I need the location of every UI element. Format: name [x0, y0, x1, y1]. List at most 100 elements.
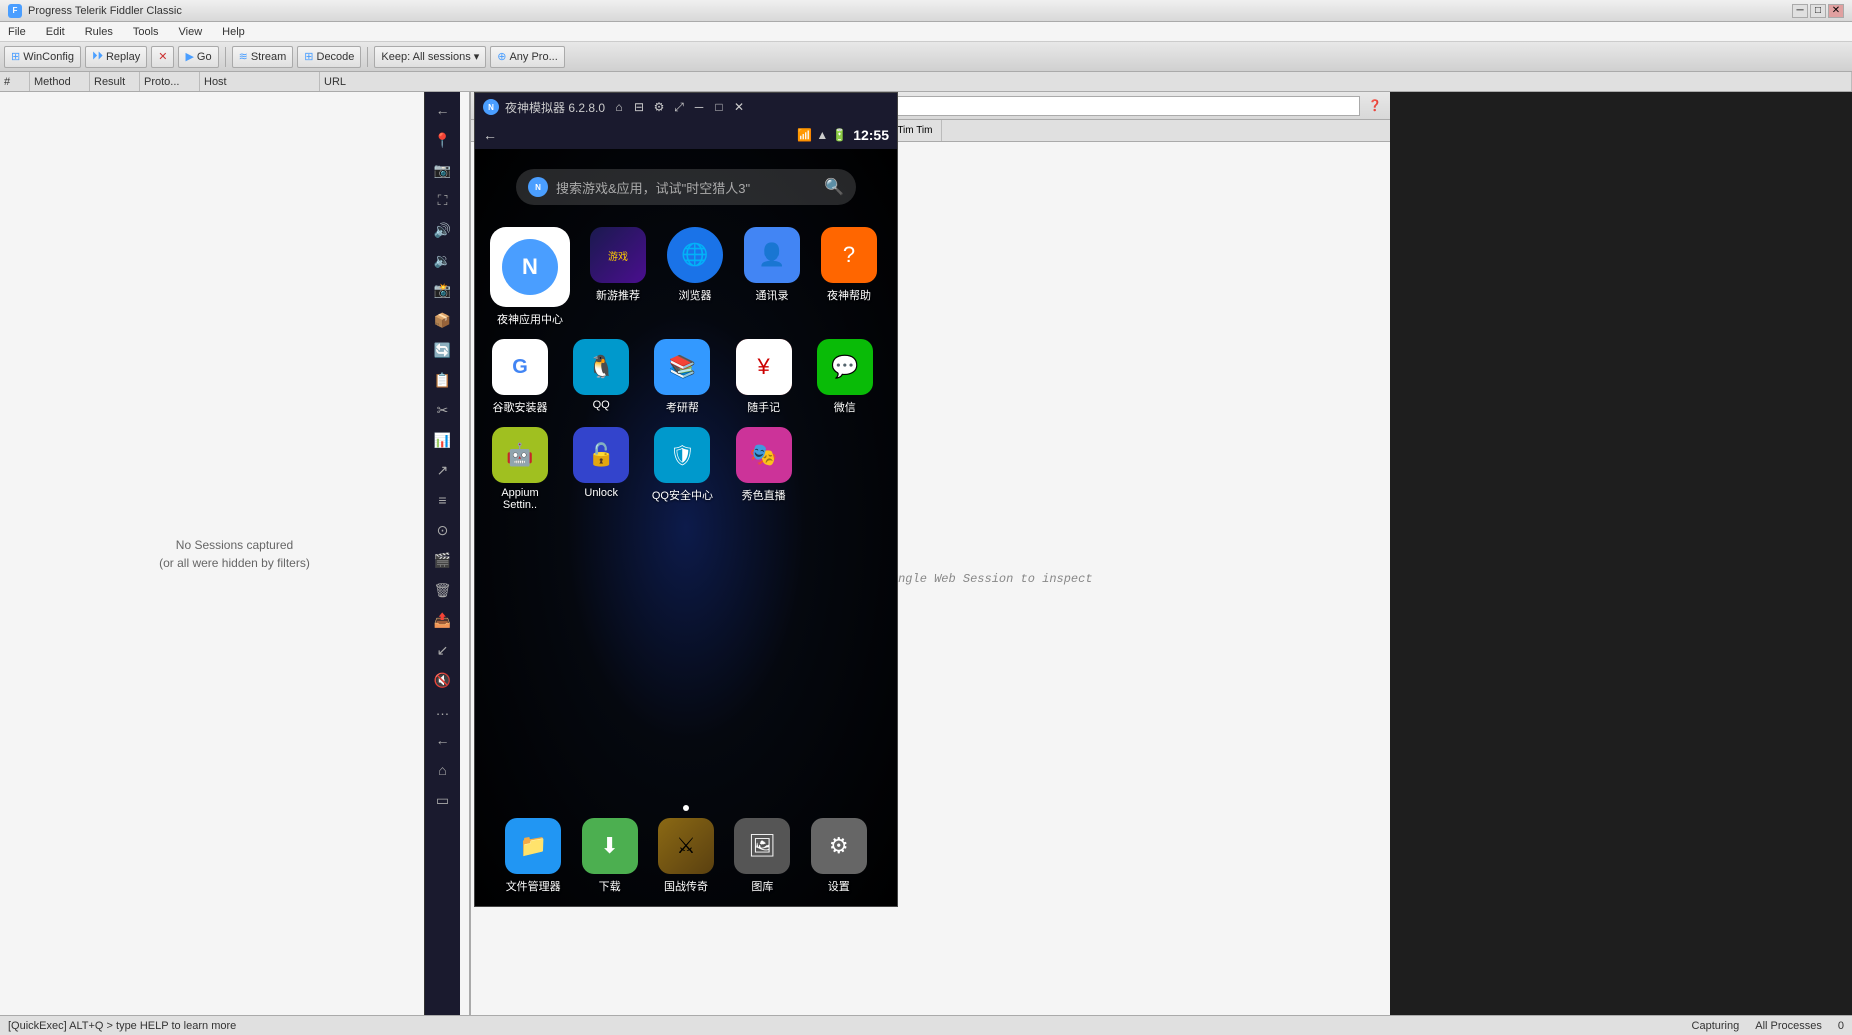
nox-status-icons: 📶 ▲ 🔋: [797, 128, 847, 142]
browser-icon: 🌐: [667, 227, 723, 283]
nox-minimize-button[interactable]: ⊟: [631, 100, 647, 114]
nox-tool-upload[interactable]: 📤: [428, 606, 458, 634]
any-process-button[interactable]: ⊕ Any Pro...: [490, 46, 565, 68]
nox-tool-screenshot[interactable]: 📷: [428, 156, 458, 184]
remove-button[interactable]: ✕: [151, 46, 174, 68]
app-qq[interactable]: 🐧 QQ: [566, 339, 636, 415]
nox-tool-chart[interactable]: 📊: [428, 426, 458, 454]
go-icon: ▶: [185, 50, 193, 63]
decode-button[interactable]: ⊞ Decode: [297, 46, 361, 68]
nox-tool-vol-up[interactable]: 🔊: [428, 216, 458, 244]
nox-tool-back2[interactable]: ↙: [428, 636, 458, 664]
nox-tool-arrow[interactable]: ↗: [428, 456, 458, 484]
nox-tool-cut[interactable]: ✂: [428, 396, 458, 424]
winconfig-button[interactable]: ⊞ WinConfig: [4, 46, 81, 68]
quickexec-hint: [QuickExec] ALT+Q > type HELP to learn m…: [8, 1020, 236, 1032]
nox-tool-refresh[interactable]: 🔄: [428, 336, 458, 364]
app-appium[interactable]: 🤖 Appium Settin..: [485, 427, 555, 511]
battery-icon: 🔋: [832, 128, 847, 142]
fiddler-icon: F: [8, 4, 22, 18]
app-notes[interactable]: ¥ 随手记: [729, 339, 799, 415]
nox-dock: 📁 文件管理器 ⬇ 下载 ⚔: [475, 816, 897, 896]
app-nox-store[interactable]: N 夜神应用中心: [485, 227, 575, 327]
nox-tool-fullscreen[interactable]: ⛶: [428, 186, 458, 214]
dock-files[interactable]: 📁 文件管理器: [498, 818, 568, 894]
nox-tool-video[interactable]: 🎬: [428, 546, 458, 574]
col-result[interactable]: Result: [90, 72, 140, 91]
col-host[interactable]: Host: [200, 72, 320, 91]
menu-view[interactable]: View: [175, 26, 207, 38]
app-xiuse[interactable]: 🎭 秀色直播: [729, 427, 799, 511]
nox-tool-location[interactable]: 📍: [428, 126, 458, 154]
settings-icon: ⚙: [811, 818, 867, 874]
nox-tool-home[interactable]: ⌂: [428, 756, 458, 784]
replay-button[interactable]: ⏵⏵ Replay: [85, 46, 147, 68]
app-wechat[interactable]: 💬 微信: [810, 339, 880, 415]
stream-button[interactable]: ≋ Stream: [232, 46, 294, 68]
nox-screen[interactable]: N 搜索游戏&应用，试试"时空猎人3" 🔍 N: [475, 149, 897, 906]
nox-back-button[interactable]: ←: [483, 127, 497, 143]
nox-search-icon[interactable]: 🔍: [824, 177, 844, 197]
nox-tool-mute[interactable]: 🔇: [428, 666, 458, 694]
dock-download[interactable]: ⬇ 下载: [575, 818, 645, 894]
nox-search-bar[interactable]: N 搜索游戏&应用，试试"时空猎人3" 🔍: [516, 169, 856, 205]
app-contacts[interactable]: 👤 通讯录: [737, 227, 807, 303]
nox-tool-package[interactable]: 📦: [428, 306, 458, 334]
col-method[interactable]: Method: [30, 72, 90, 91]
app-newgame[interactable]: 游戏 新游推荐: [583, 227, 653, 303]
capturing-label: Capturing: [1692, 1020, 1740, 1032]
menu-tools[interactable]: Tools: [129, 26, 163, 38]
main-area: No Sessions captured (or all were hidden…: [0, 92, 1852, 1015]
keep-sessions-button[interactable]: Keep: All sessions ▾: [374, 46, 486, 68]
dock-game[interactable]: ⚔ 国战传奇: [651, 818, 721, 894]
nox-max-button[interactable]: □: [711, 100, 727, 114]
nox-home-button[interactable]: ⌂: [611, 100, 627, 114]
nox-resize-button[interactable]: ⤢: [671, 100, 687, 114]
nox-tool-back[interactable]: ←: [428, 96, 458, 124]
appium-icon: 🤖: [492, 427, 548, 483]
go-button[interactable]: ▶ Go: [178, 46, 218, 68]
nox-tool-camera[interactable]: 📸: [428, 276, 458, 304]
nox-tool-menu[interactable]: ≡: [428, 486, 458, 514]
nox-tool-vol-down[interactable]: 🔉: [428, 246, 458, 274]
nox-tool-delete[interactable]: 🗑: [428, 576, 458, 604]
nox-title-text: 夜神模拟器 6.2.8.0: [505, 99, 605, 116]
menu-edit[interactable]: Edit: [42, 26, 69, 38]
app-google[interactable]: G 谷歌安装器: [485, 339, 555, 415]
menu-file[interactable]: File: [4, 26, 30, 38]
nox-close-button[interactable]: ✕: [731, 100, 747, 114]
app-noxhelp[interactable]: ? 夜神帮助: [814, 227, 884, 303]
dock-settings[interactable]: ⚙ 设置: [804, 818, 874, 894]
dock-gallery[interactable]: 🖼 图库: [727, 818, 797, 894]
maximize-button[interactable]: □: [1810, 4, 1826, 18]
app-browser[interactable]: 🌐 浏览器: [660, 227, 730, 303]
google-icon: G: [492, 339, 548, 395]
minimize-button[interactable]: ─: [1792, 4, 1808, 18]
nox-android-statusbar: ← 📶 ▲ 🔋 12:55: [475, 121, 897, 149]
unlock-icon: 🔓: [573, 427, 629, 483]
winconfig-icon: ⊞: [11, 50, 20, 63]
nox-tool-recents[interactable]: ▭: [428, 786, 458, 814]
menu-help[interactable]: Help: [218, 26, 249, 38]
nox-settings-button[interactable]: ⚙: [651, 100, 667, 114]
app-unlock[interactable]: 🔓 Unlock: [566, 427, 636, 511]
col-url[interactable]: URL: [320, 72, 1852, 91]
nox-tool-more[interactable]: …: [428, 696, 458, 724]
col-hash[interactable]: #: [0, 72, 30, 91]
nox-search-logo: N: [528, 177, 548, 197]
app-qqsafe[interactable]: 🛡 QQ安全中心: [647, 427, 717, 511]
help-icon: ❓: [1368, 99, 1382, 112]
nox-tool-loading[interactable]: ⊙: [428, 516, 458, 544]
app-study[interactable]: 📚 考研帮: [647, 339, 717, 415]
nox-min-button[interactable]: ─: [691, 100, 707, 114]
window-controls[interactable]: ─ □ ✕: [1792, 4, 1844, 18]
nox-store-icon: N: [490, 227, 570, 307]
col-proto[interactable]: Proto...: [140, 72, 200, 91]
nox-tool-undo[interactable]: ←: [428, 726, 458, 754]
menu-rules[interactable]: Rules: [81, 26, 117, 38]
nox-tool-clipboard[interactable]: 📋: [428, 366, 458, 394]
close-button[interactable]: ✕: [1828, 4, 1844, 18]
fiddler-title: Progress Telerik Fiddler Classic: [28, 5, 1792, 17]
fiddler-title-bar: F Progress Telerik Fiddler Classic ─ □ ✕: [0, 0, 1852, 22]
newgame-icon: 游戏: [590, 227, 646, 283]
